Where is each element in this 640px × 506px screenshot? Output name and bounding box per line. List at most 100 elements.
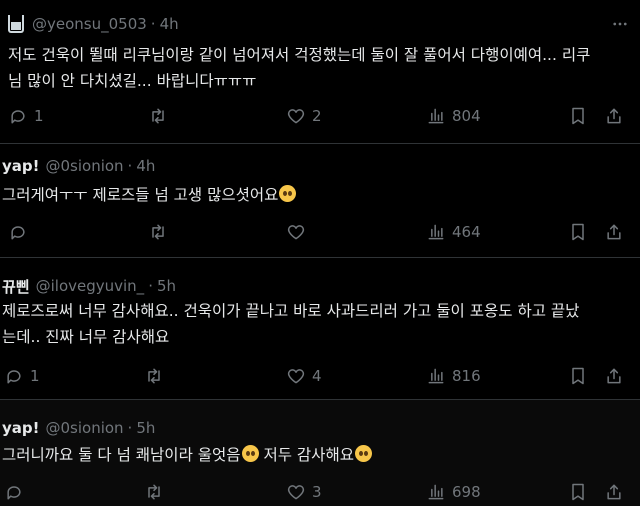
tweet-text: 제로즈로써 너무 감사해요.. 건욱이가 끝나고 바로 사과드리러 가고 둘이 … xyxy=(2,298,638,350)
tweet-3[interactable]: 뀨삔 @ilovegyuvin_ · 5h 제로즈로써 너무 감사해요.. 건욱… xyxy=(0,258,640,400)
views-icon xyxy=(428,368,444,384)
views-button[interactable]: 816 xyxy=(426,364,481,388)
tweet-text-line: 저도 건욱이 뛸때 리쿠님이랑 같이 넘어져서 걱정했는데 둘이 잘 풀어서 다… xyxy=(8,46,591,64)
tweet-2[interactable]: yap! @0sionion · 4h 그러게여ㅜㅜ 제로즈들 넘 고생 많으셧… xyxy=(0,144,640,258)
tweet-text-line: 는데.. 진짜 너무 감사해요 xyxy=(2,328,170,346)
share-icon xyxy=(607,108,621,124)
tweet-header: yap! @0sionion · 5h xyxy=(2,416,602,440)
views-count: 816 xyxy=(452,367,481,385)
timestamp[interactable]: 5h xyxy=(157,277,176,295)
views-icon xyxy=(428,484,444,500)
share-icon xyxy=(607,484,621,500)
reply-button[interactable] xyxy=(8,220,34,244)
heart-icon xyxy=(287,109,305,124)
share-icon xyxy=(607,224,621,240)
bookmark-button[interactable] xyxy=(568,480,588,504)
tweet-text-line: 제로즈로써 너무 감사해요.. 건욱이가 끝나고 바로 사과드리러 가고 둘이 … xyxy=(2,302,580,320)
views-button[interactable]: 464 xyxy=(426,220,481,244)
like-button[interactable] xyxy=(286,220,312,244)
retweet-button[interactable] xyxy=(148,220,174,244)
retweet-icon xyxy=(152,108,164,124)
bookmark-icon xyxy=(572,483,584,501)
avatar[interactable] xyxy=(8,15,24,33)
timestamp[interactable]: 4h xyxy=(136,157,155,175)
loudly-crying-face-emoji xyxy=(241,445,259,462)
display-name[interactable]: yap! xyxy=(2,419,39,437)
tweet-text: 그러게여ㅜㅜ 제로즈들 넘 고생 많으셧어요 xyxy=(2,182,638,208)
tweet-text-line: 그러게여ㅜㅜ 제로즈들 넘 고생 많으셧어요 xyxy=(2,186,279,204)
like-count: 4 xyxy=(312,367,322,385)
reply-button[interactable]: 1 xyxy=(4,364,40,388)
reply-count: 1 xyxy=(34,107,44,125)
like-button[interactable]: 2 xyxy=(286,104,322,128)
views-icon xyxy=(428,108,444,124)
tweet-text: 저도 건욱이 뛸때 리쿠님이랑 같이 넘어져서 걱정했는데 둘이 잘 풀어서 다… xyxy=(8,42,640,94)
tweet-header: yap! @0sionion · 4h xyxy=(2,154,602,178)
reply-icon xyxy=(7,370,21,384)
pleading-face-emoji xyxy=(279,185,297,202)
display-name[interactable]: yap! xyxy=(2,157,39,175)
reply-icon xyxy=(11,226,25,240)
share-icon xyxy=(607,368,621,384)
views-icon xyxy=(428,224,444,240)
tweet-text-before: 그러니까요 둘 다 넘 쾌남이라 울엇음 xyxy=(2,446,241,464)
action-bar: 464 xyxy=(2,220,640,244)
timestamp[interactable]: 4h xyxy=(160,15,179,33)
user-handle[interactable]: @yeonsu_0503 xyxy=(32,15,147,33)
tweet-header: 뀨삔 @ilovegyuvin_ · 5h xyxy=(2,274,602,298)
user-handle[interactable]: @ilovegyuvin_ xyxy=(36,277,145,295)
reply-icon xyxy=(7,486,21,500)
reply-icon xyxy=(11,110,25,124)
bookmark-button[interactable] xyxy=(568,220,588,244)
bookmark-button[interactable] xyxy=(568,104,588,128)
retweet-icon xyxy=(148,368,160,384)
timestamp[interactable]: 5h xyxy=(136,419,155,437)
like-count: 3 xyxy=(312,483,322,501)
heart-icon xyxy=(287,225,305,240)
separator-dot: · xyxy=(127,419,133,437)
more-button[interactable] xyxy=(606,12,634,36)
action-bar: 3 698 xyxy=(2,480,640,504)
retweet-icon xyxy=(152,224,164,240)
share-button[interactable] xyxy=(604,220,624,244)
views-button[interactable]: 698 xyxy=(426,480,481,504)
display-name[interactable]: 뀨삔 xyxy=(2,276,30,297)
tweet-4[interactable]: yap! @0sionion · 5h 그러니까요 둘 다 넘 쾌남이라 울엇음… xyxy=(0,400,640,506)
retweet-button[interactable] xyxy=(144,364,170,388)
action-bar: 1 4 816 xyxy=(2,364,640,388)
tweet-text-after: 저두 감사해요 xyxy=(258,446,354,464)
tweet-1[interactable]: @yeonsu_0503 · 4h 저도 건욱이 뛸때 리쿠님이랑 같이 넘어져… xyxy=(0,0,640,144)
like-button[interactable]: 4 xyxy=(286,364,322,388)
like-button[interactable]: 3 xyxy=(286,480,322,504)
tweet-text-line: 님 많이 안 다치셨길... 바랍니다ㅠㅠㅠ xyxy=(8,72,257,90)
heart-icon xyxy=(287,485,305,500)
retweet-button[interactable] xyxy=(144,480,170,504)
retweet-icon xyxy=(148,484,160,500)
separator-dot: · xyxy=(150,15,156,33)
separator-dot: · xyxy=(127,157,133,175)
reply-button[interactable] xyxy=(4,480,30,504)
tweet-text: 그러니까요 둘 다 넘 쾌남이라 울엇음 저두 감사해요 xyxy=(2,442,638,468)
like-count: 2 xyxy=(312,107,322,125)
share-button[interactable] xyxy=(604,364,624,388)
action-bar: 1 2 804 xyxy=(8,104,640,128)
share-button[interactable] xyxy=(604,104,624,128)
separator-dot: · xyxy=(148,277,153,295)
user-handle[interactable]: @0sionion xyxy=(45,419,123,437)
views-count: 464 xyxy=(452,223,481,241)
views-button[interactable]: 804 xyxy=(426,104,481,128)
share-button[interactable] xyxy=(604,480,624,504)
bookmark-button[interactable] xyxy=(568,364,588,388)
reply-count: 1 xyxy=(30,367,40,385)
bookmark-icon xyxy=(572,223,584,241)
pleading-face-emoji xyxy=(354,445,372,462)
more-icon xyxy=(613,22,627,26)
bookmark-icon xyxy=(572,107,584,125)
user-handle[interactable]: @0sionion xyxy=(45,157,123,175)
views-count: 698 xyxy=(452,483,481,501)
reply-button[interactable]: 1 xyxy=(8,104,44,128)
bookmark-icon xyxy=(572,367,584,385)
views-count: 804 xyxy=(452,107,481,125)
retweet-button[interactable] xyxy=(148,104,174,128)
tweet-header: @yeonsu_0503 · 4h xyxy=(8,12,608,36)
